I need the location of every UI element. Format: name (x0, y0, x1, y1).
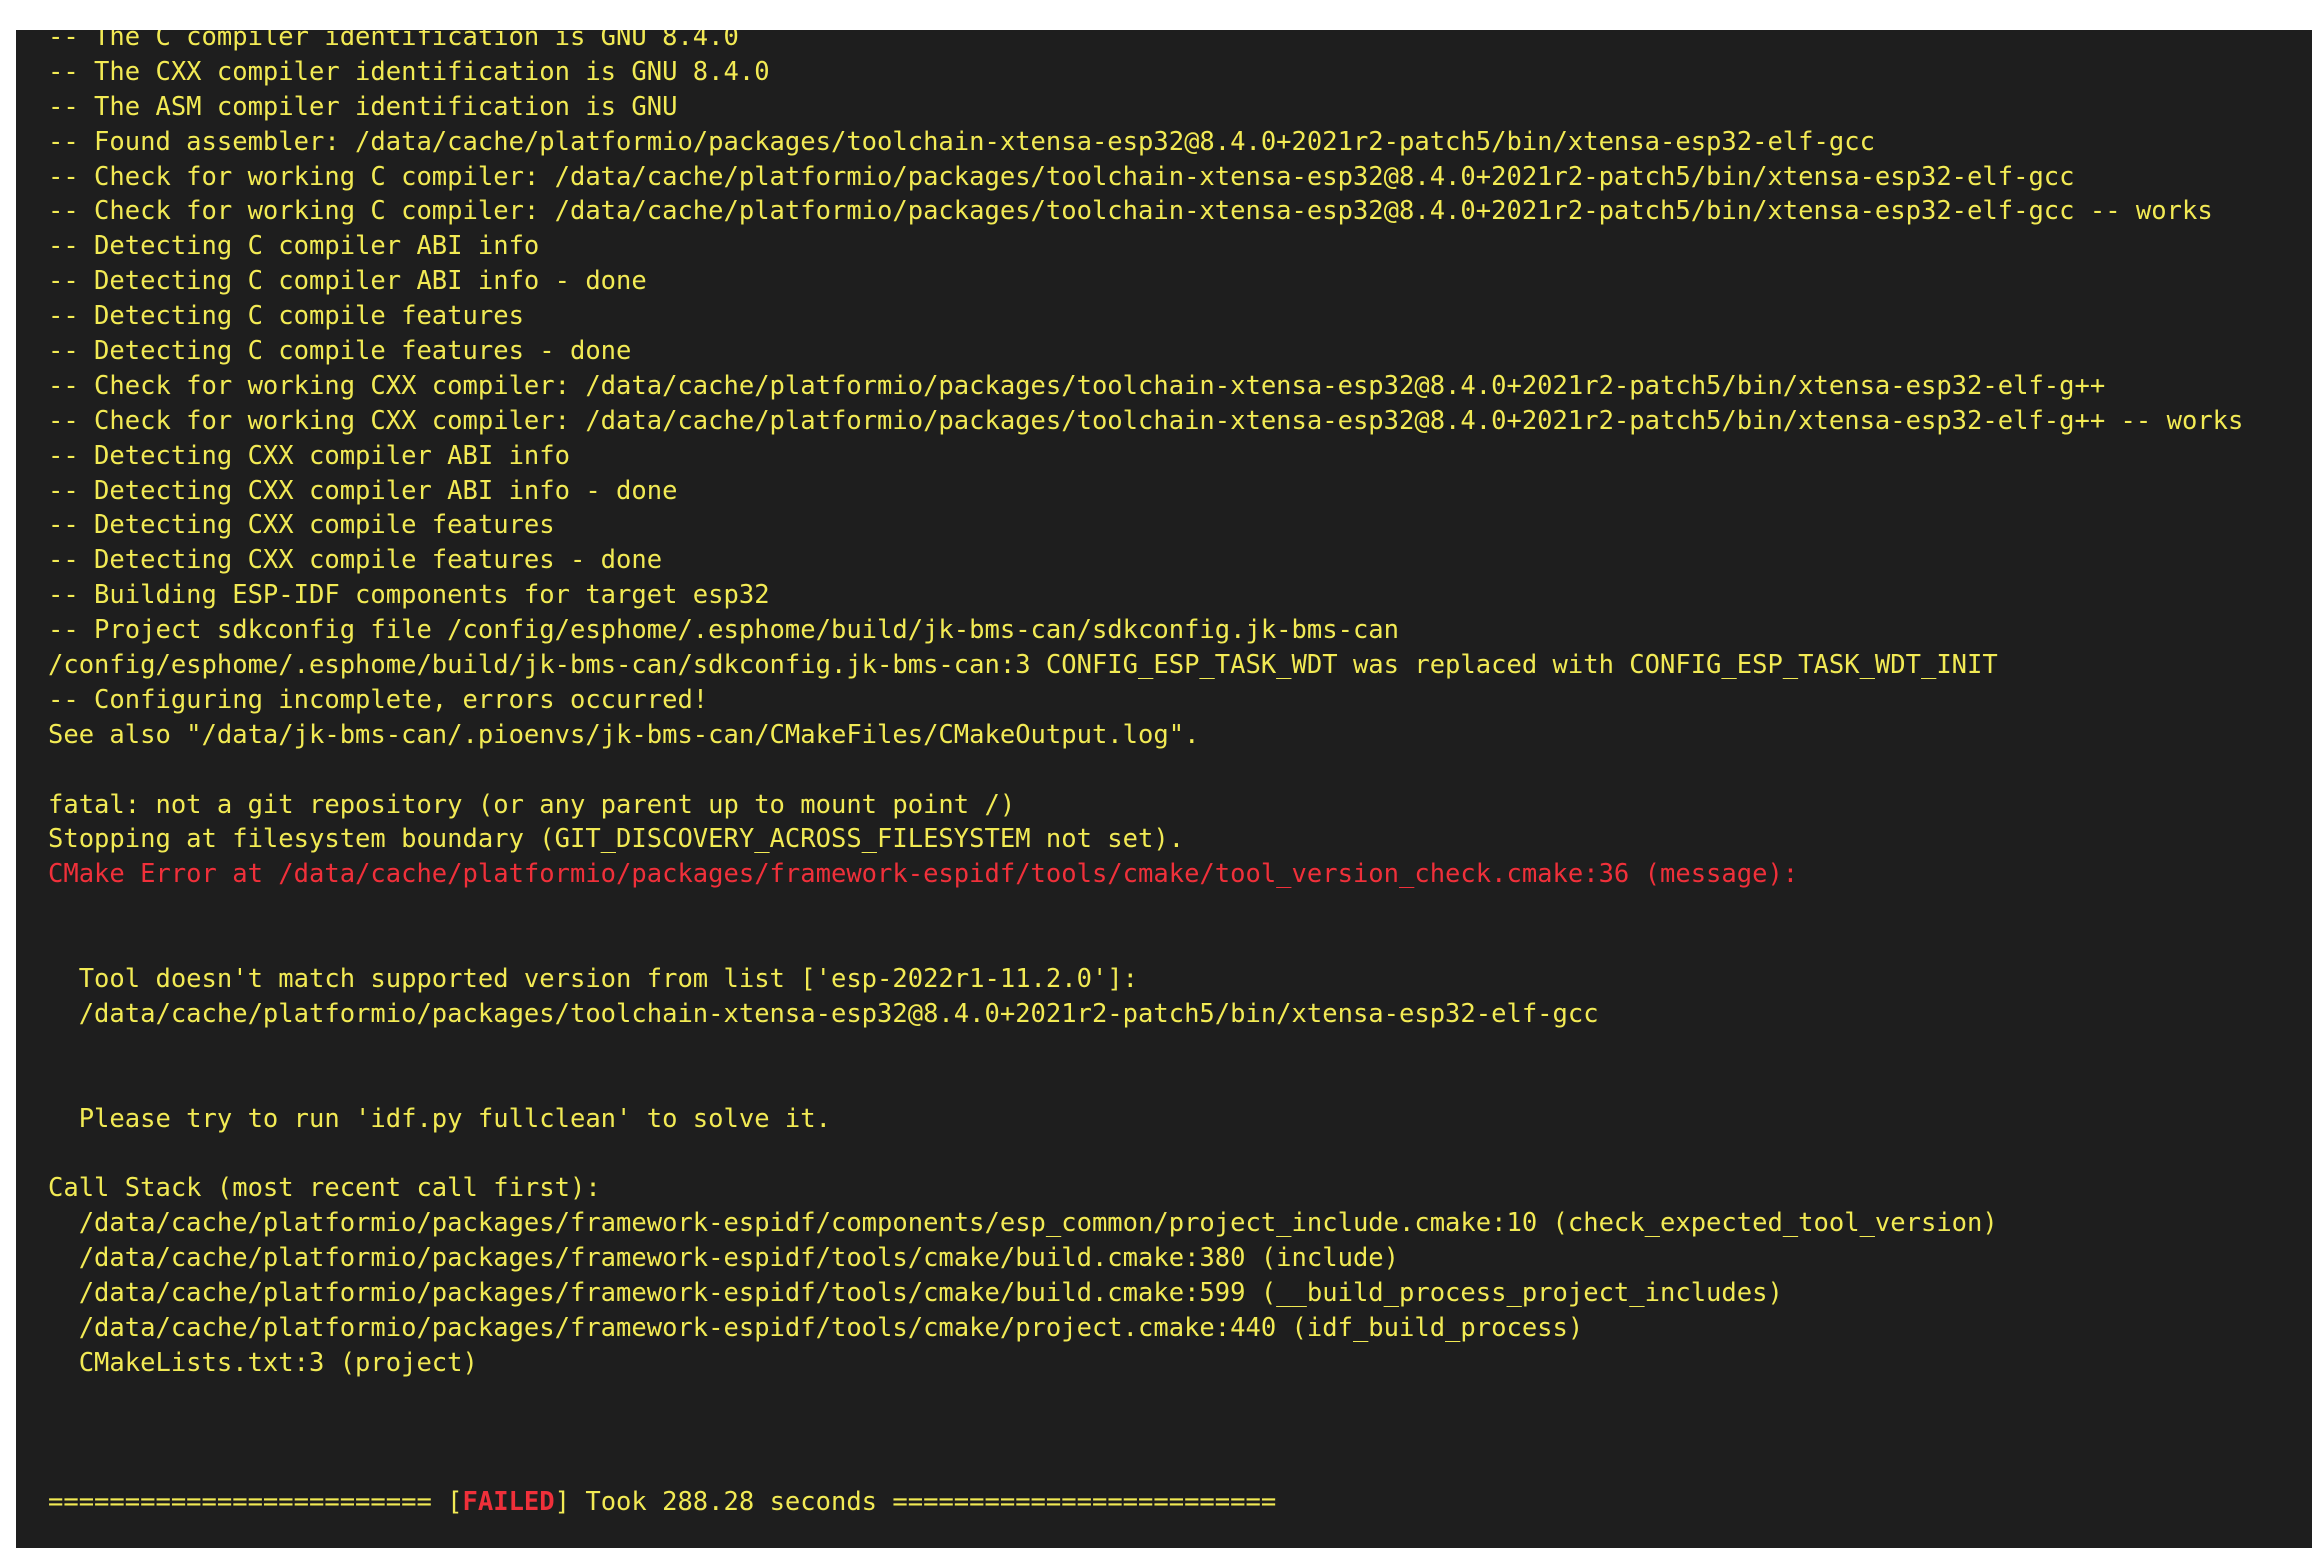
log-line: Tool doesn't match supported version fro… (48, 964, 1139, 995)
summary-prefix: ========================= [ (48, 1487, 463, 1518)
log-line: -- Check for working CXX compiler: /data… (48, 370, 2106, 401)
log-blank-line (48, 927, 2243, 962)
log-line: /data/cache/platformio/packages/framewor… (48, 1278, 1783, 1309)
log-line: Call Stack (most recent call first): (48, 1173, 601, 1204)
log-line: -- Building ESP-IDF components for targe… (48, 580, 770, 611)
build-log: -- The C compiler identification is GNU … (48, 30, 2243, 1520)
log-line: /data/cache/platformio/packages/framewor… (48, 1243, 1400, 1274)
log-blank-line (48, 1416, 2243, 1451)
log-line: -- Detecting C compiler ABI info - done (48, 266, 647, 297)
log-line: -- Detecting C compile features (48, 301, 524, 332)
log-line: Please try to run 'idf.py fullclean' to … (48, 1103, 831, 1134)
log-line: Stopping at filesystem boundary (GIT_DIS… (48, 824, 1185, 855)
log-blank-line (48, 1381, 2243, 1416)
log-line: See also "/data/jk-bms-can/.pioenvs/jk-b… (48, 719, 1200, 750)
log-line: -- Detecting CXX compiler ABI info (48, 440, 570, 471)
log-line: -- The CXX compiler identification is GN… (48, 56, 770, 87)
log-blank-line (48, 892, 2243, 927)
log-line: -- Project sdkconfig file /config/esphom… (48, 615, 1400, 646)
log-line: /config/esphome/.esphome/build/jk-bms-ca… (48, 650, 1998, 681)
log-line: -- Check for working CXX compiler: /data… (48, 405, 2244, 436)
summary-suffix: ] Took 288.28 seconds ==================… (554, 1487, 1277, 1518)
log-line: /data/cache/platformio/packages/framewor… (48, 1208, 1998, 1239)
log-line: -- Configuring incomplete, errors occurr… (48, 684, 709, 715)
build-summary-line: ========================= [FAILED] Took … (48, 1485, 2243, 1520)
terminal-output-panel: -- The C compiler identification is GNU … (16, 30, 2312, 1548)
log-line: -- Found assembler: /data/cache/platform… (48, 126, 1875, 157)
log-line: -- Check for working C compiler: /data/c… (48, 161, 2075, 192)
log-line: -- The ASM compiler identification is GN… (48, 91, 678, 122)
log-line: -- Detecting CXX compile features - done (48, 545, 663, 576)
log-line: -- Detecting CXX compile features (48, 510, 555, 541)
log-blank-line (48, 753, 2243, 788)
log-line: -- Detecting C compiler ABI info (48, 231, 540, 262)
failed-status-badge: FAILED (462, 1487, 555, 1518)
log-blank-line (48, 1067, 2243, 1102)
log-line: -- Check for working C compiler: /data/c… (48, 196, 2213, 227)
log-error-line: CMake Error at /data/cache/platformio/pa… (48, 859, 1799, 890)
log-line: -- The C compiler identification is GNU … (48, 30, 739, 52)
log-blank-line (48, 1137, 2243, 1172)
log-blank-line (48, 1032, 2243, 1067)
log-line: /data/cache/platformio/packages/toolchai… (48, 998, 1599, 1029)
log-line: -- Detecting C compile features - done (48, 336, 632, 367)
log-line: CMakeLists.txt:3 (project) (48, 1347, 478, 1378)
log-line: fatal: not a git repository (or any pare… (48, 789, 1016, 820)
log-blank-line (48, 1451, 2243, 1486)
log-line: -- Detecting CXX compiler ABI info - don… (48, 475, 678, 506)
log-line: /data/cache/platformio/packages/framewor… (48, 1312, 1584, 1343)
